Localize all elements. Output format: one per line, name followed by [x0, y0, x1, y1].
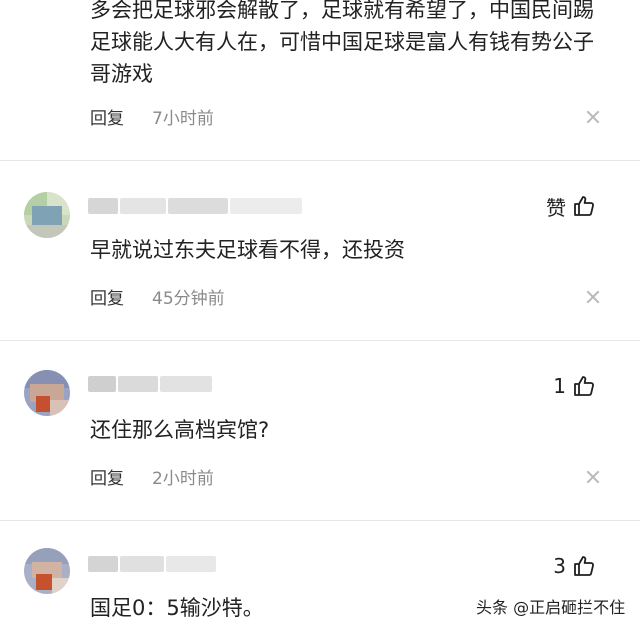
like-button[interactable]: 赞 [546, 192, 596, 220]
comment-3-meta: 回复 2小时前 [90, 464, 214, 489]
divider [0, 160, 640, 161]
like-button[interactable]: 1 [553, 372, 596, 400]
comment-time: 2小时前 [152, 468, 214, 489]
thumbs-up-icon [574, 556, 594, 576]
like-count: 1 [553, 374, 566, 398]
comment-time: 45分钟前 [152, 288, 225, 309]
avatar[interactable] [24, 370, 70, 416]
avatar[interactable] [24, 548, 70, 594]
username-blurred[interactable] [88, 556, 216, 572]
comment-feed: 多会把足球邪会解散了，足球就有希望了，中国民间踢 足球能人大有人在，可惜中国足球… [0, 0, 640, 627]
close-icon[interactable] [586, 470, 600, 484]
avatar[interactable] [24, 192, 70, 238]
reply-button[interactable]: 回复 [90, 104, 124, 129]
comment-2-text: 早就说过东夫足球看不得，还投资 [90, 238, 405, 262]
comment-3-text: 还住那么高档宾馆? [90, 418, 270, 442]
comment-1-text: 多会把足球邪会解散了，足球就有希望了，中国民间踢 足球能人大有人在，可惜中国足球… [90, 0, 594, 86]
username-blurred[interactable] [88, 198, 302, 214]
thumbs-up-icon [574, 376, 594, 396]
thumbs-up-icon [574, 196, 594, 216]
close-icon[interactable] [586, 110, 600, 124]
comment-time: 7小时前 [152, 108, 214, 129]
like-label: 赞 [546, 195, 566, 220]
username-blurred[interactable] [88, 376, 212, 392]
close-icon[interactable] [586, 290, 600, 304]
reply-button[interactable]: 回复 [90, 284, 124, 309]
divider [0, 340, 640, 341]
watermark: 头条 @正启砸拦不住 [472, 592, 630, 620]
reply-button[interactable]: 回复 [90, 464, 124, 489]
comment-1-meta: 回复 7小时前 [90, 104, 214, 129]
like-button[interactable]: 3 [553, 552, 596, 580]
divider [0, 520, 640, 521]
like-count: 3 [553, 554, 566, 578]
comment-2-meta: 回复 45分钟前 [90, 284, 225, 309]
